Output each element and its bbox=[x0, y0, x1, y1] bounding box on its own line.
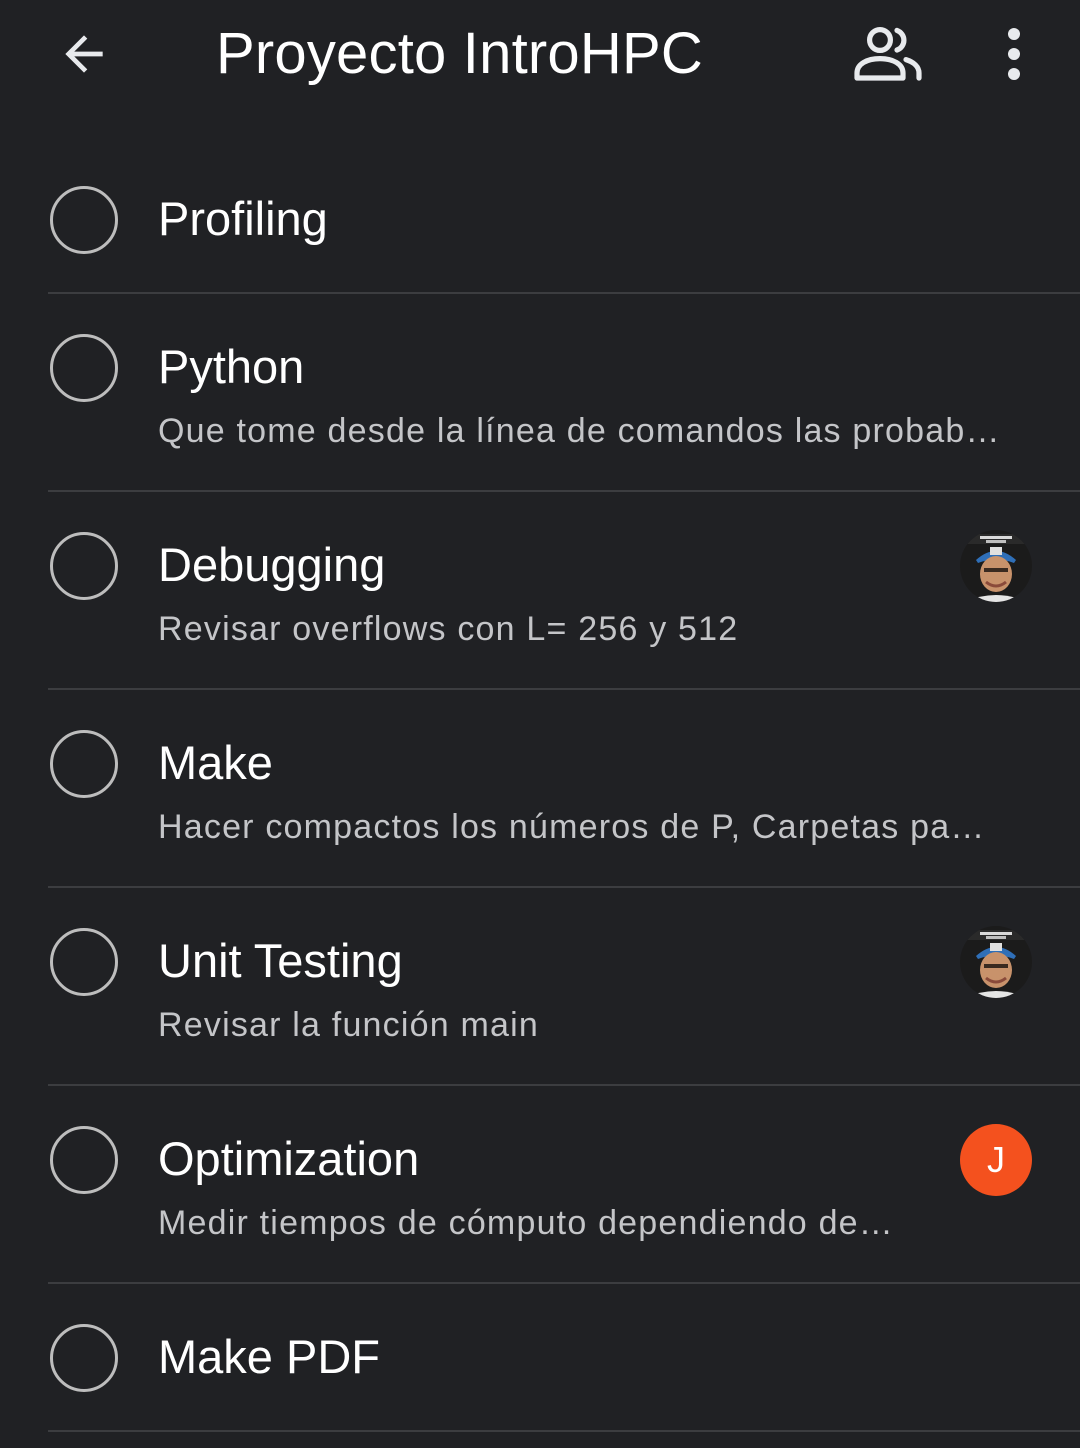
task-title: Optimization bbox=[158, 1132, 420, 1185]
task-title: Profiling bbox=[158, 192, 328, 245]
task-item[interactable]: Make Hacer compactos los números de P, C… bbox=[0, 690, 1080, 888]
task-description: Que tome desde la línea de comandos las … bbox=[158, 412, 1001, 450]
task-complete-checkbox[interactable] bbox=[50, 730, 118, 798]
task-title: Python bbox=[158, 340, 305, 393]
back-button[interactable] bbox=[48, 18, 120, 90]
task-title: Unit Testing bbox=[158, 934, 403, 987]
assignee-avatar[interactable] bbox=[960, 530, 1032, 602]
task-item[interactable]: Unit Testing Revisar la función main bbox=[0, 888, 1080, 1086]
top-app-bar: Proyecto IntroHPC bbox=[0, 0, 1080, 110]
task-list-screen: Proyecto IntroHPC Profiling Python Que t… bbox=[0, 0, 1080, 1448]
task-complete-checkbox[interactable] bbox=[50, 186, 118, 254]
task-complete-checkbox[interactable] bbox=[50, 1324, 118, 1392]
task-complete-checkbox[interactable] bbox=[50, 532, 118, 600]
task-complete-checkbox[interactable] bbox=[50, 334, 118, 402]
assignee-avatar[interactable]: J bbox=[960, 1124, 1032, 1196]
task-title: Make PDF bbox=[158, 1330, 380, 1383]
task-item[interactable]: Optimization Medir tiempos de cómputo de… bbox=[0, 1086, 1080, 1284]
more-vert-icon bbox=[1008, 28, 1020, 80]
arrow-back-icon bbox=[65, 35, 103, 73]
task-item[interactable]: Profiling bbox=[0, 146, 1080, 294]
task-complete-checkbox[interactable] bbox=[50, 928, 118, 996]
people-icon bbox=[854, 27, 922, 81]
task-title: Debugging bbox=[158, 538, 386, 591]
task-description: Revisar la función main bbox=[158, 1006, 539, 1044]
task-list: Profiling Python Que tome desde la línea… bbox=[0, 146, 1080, 1432]
task-item[interactable]: Debugging Revisar overflows con L= 256 y… bbox=[0, 492, 1080, 690]
avatar-photo-icon bbox=[960, 530, 1032, 602]
divider bbox=[48, 1430, 1080, 1432]
task-description: Revisar overflows con L= 256 y 512 bbox=[158, 610, 739, 648]
task-description: Medir tiempos de cómputo dependiendo de… bbox=[158, 1204, 894, 1242]
members-button[interactable] bbox=[846, 16, 930, 92]
overflow-menu-button[interactable] bbox=[982, 16, 1046, 92]
task-item[interactable]: Python Que tome desde la línea de comand… bbox=[0, 294, 1080, 492]
task-complete-checkbox[interactable] bbox=[50, 1126, 118, 1194]
task-item[interactable]: Make PDF bbox=[0, 1284, 1080, 1432]
assignee-avatar[interactable] bbox=[960, 926, 1032, 998]
task-title: Make bbox=[158, 736, 273, 789]
avatar-photo-icon bbox=[960, 926, 1032, 998]
task-description: Hacer compactos los números de P, Carpet… bbox=[158, 808, 986, 846]
page-title: Proyecto IntroHPC bbox=[216, 21, 703, 86]
